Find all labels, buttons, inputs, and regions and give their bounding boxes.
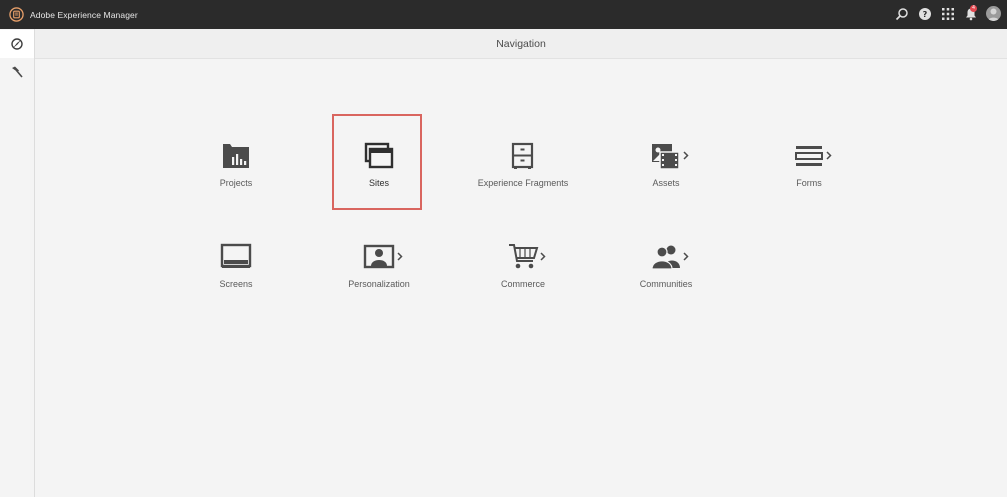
tile-label: Personalization (348, 279, 410, 289)
search-icon[interactable] (895, 7, 909, 21)
tile-label: Communities (639, 279, 693, 289)
notification-badge: 4 (970, 5, 977, 12)
experience-fragments-icon (511, 142, 534, 169)
tools-icon (12, 66, 23, 78)
projects-icon (223, 144, 249, 168)
rail-tools-button[interactable] (0, 58, 34, 86)
personalization-icon (363, 244, 403, 269)
tile-projects[interactable]: Projects (166, 140, 306, 220)
brand[interactable]: Adobe Experience Manager (9, 7, 138, 22)
page-title: Navigation (35, 29, 1007, 59)
tile-screens[interactable]: Screens (166, 241, 306, 321)
avatar[interactable] (986, 6, 1001, 21)
tile-label: Screens (219, 279, 253, 289)
selection-highlight (332, 114, 422, 210)
rail-navigation-button[interactable] (0, 30, 34, 58)
assets-icon (652, 144, 689, 170)
tile-label: Forms (796, 178, 822, 188)
tile-communities[interactable]: Communities (596, 241, 736, 321)
communities-icon (651, 245, 689, 270)
apps-grid-icon[interactable] (941, 7, 955, 21)
tile-label: Projects (219, 178, 253, 188)
help-icon[interactable]: ? (918, 7, 932, 21)
app-title: Adobe Experience Manager (30, 9, 138, 20)
left-rail (0, 29, 35, 497)
top-bar: Adobe Experience Manager ? 4 (0, 0, 1007, 29)
user-icon (988, 8, 999, 21)
tile-label: Commerce (500, 279, 545, 289)
svg-text:?: ? (923, 10, 928, 19)
tile-label: Experience Fragments (477, 178, 569, 188)
tile-experience-fragments[interactable]: Experience Fragments (453, 140, 593, 220)
tile-assets[interactable]: Assets (596, 140, 736, 220)
tile-commerce[interactable]: Commerce (453, 241, 593, 321)
tile-label: Assets (652, 178, 680, 188)
forms-icon (795, 146, 832, 166)
aem-logo-icon (9, 7, 24, 22)
tile-personalization[interactable]: Personalization (309, 241, 449, 321)
commerce-icon (509, 244, 546, 269)
navigation-icon (11, 38, 23, 50)
screens-icon (220, 243, 252, 268)
tile-forms[interactable]: Forms (739, 140, 879, 220)
